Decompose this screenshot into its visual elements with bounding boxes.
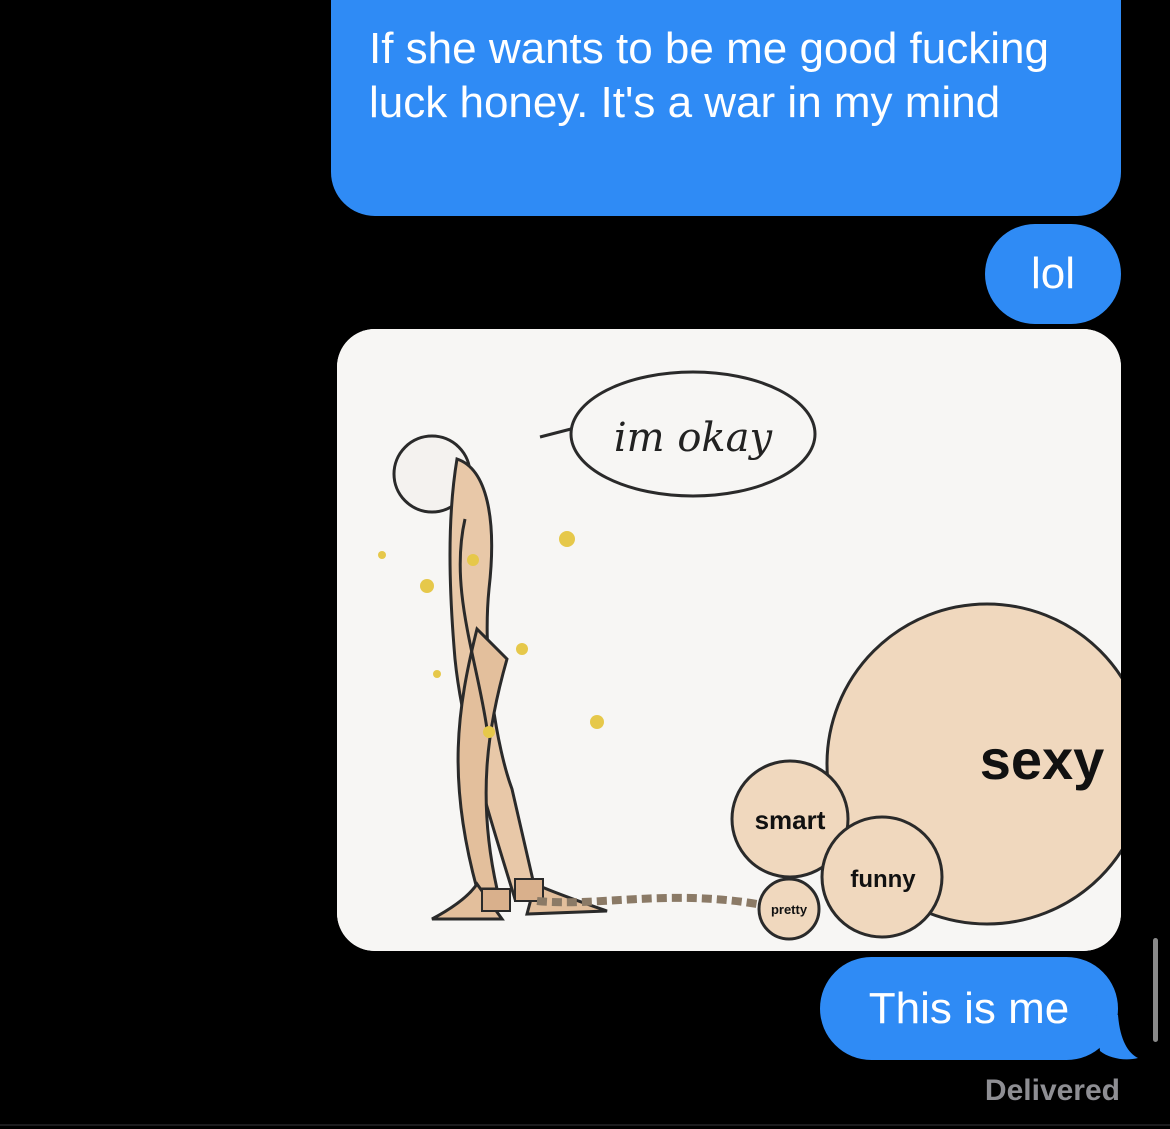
image-message[interactable]: im okay sexy smart funny pretty [337, 329, 1121, 951]
label-funny: funny [850, 866, 916, 893]
message-bubble-1[interactable]: If she wants to be me good fucking luck … [331, 0, 1121, 216]
speech-text: im okay [614, 415, 774, 461]
bubble-tail [1096, 1015, 1138, 1060]
label-pretty: pretty [771, 902, 808, 917]
message-text: This is me [868, 984, 1070, 1033]
meme-image: im okay sexy smart funny pretty [337, 329, 1121, 951]
message-bubble-2[interactable]: lol [985, 224, 1121, 324]
message-bubble-3[interactable]: This is me [820, 957, 1118, 1060]
label-smart: smart [755, 805, 826, 835]
divider [0, 1124, 1170, 1126]
label-sexy: sexy [980, 728, 1105, 791]
scrollbar[interactable] [1153, 938, 1158, 1042]
delivery-status: Delivered [984, 1074, 1120, 1107]
message-text: If she wants to be me good fucking luck … [369, 24, 1049, 127]
message-text: lol [1030, 249, 1076, 298]
